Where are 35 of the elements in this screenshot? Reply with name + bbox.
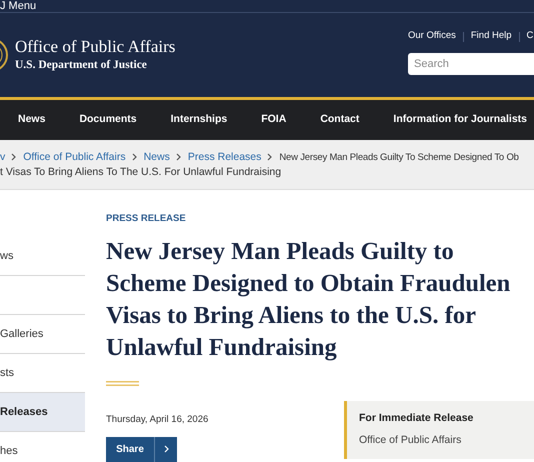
article-title: New Jersey Man Pleads Guilty to Scheme Designed to Obtain Fraudulen Visas to Bring Aliens to the U.S. for Unlawful Fundraising <box>106 237 512 364</box>
breadcrumb-link[interactable]: News <box>144 150 170 164</box>
release-date: Thursday, April 16, 2026 <box>106 413 210 428</box>
breadcrumb-link[interactable]: Office of Public Affairs <box>23 150 126 164</box>
sidebar-item[interactable]: hes <box>0 432 85 462</box>
chevron-icon <box>11 153 18 161</box>
sidebar-item[interactable]: Galleries <box>0 315 85 354</box>
breadcrumb-current: New Jersey Man Pleads Guilty To Scheme Designed To Ob <box>279 150 519 164</box>
nav-link[interactable]: Information for Journalists <box>393 112 527 128</box>
nav-link[interactable]: Documents <box>79 112 137 128</box>
chevron-icon <box>176 153 182 161</box>
header-link[interactable]: Our Offices <box>408 29 456 44</box>
release-heading: For Immediate Release <box>359 411 474 426</box>
sidebar-item[interactable]: Releases <box>0 393 85 432</box>
nav-link[interactable]: Contact <box>320 112 360 128</box>
sidebar-item[interactable]: ws <box>0 237 85 276</box>
site-subtitle: U.S. Department of Justice <box>15 58 148 73</box>
breadcrumb-link[interactable]: v <box>0 150 6 164</box>
menu-label[interactable]: J Menu <box>0 1 36 12</box>
divider-icon <box>106 381 139 386</box>
eyebrow-label: PRESS RELEASE <box>106 212 187 226</box>
nav-link[interactable]: News <box>18 112 46 128</box>
chevron-icon <box>164 445 168 453</box>
share-button[interactable]: Share <box>106 436 177 462</box>
breadcrumb-link[interactable]: Press Releases <box>188 150 262 164</box>
chevron-icon <box>267 153 274 161</box>
nav-link[interactable]: FOIA <box>261 112 286 128</box>
header-link[interactable]: Find Help <box>470 29 512 44</box>
header-link[interactable]: C <box>526 29 534 44</box>
site-title[interactable]: Office of Public Affairs <box>15 37 176 57</box>
chevron-icon <box>132 153 138 161</box>
search-field[interactable]: Search <box>408 52 534 75</box>
release-source: Office of Public Affairs <box>359 433 462 448</box>
nav-link[interactable]: Internships <box>170 112 228 128</box>
breadcrumb-current: t Visas To Bring Aliens To The U.S. For Unlawful Fundraising <box>0 164 282 180</box>
